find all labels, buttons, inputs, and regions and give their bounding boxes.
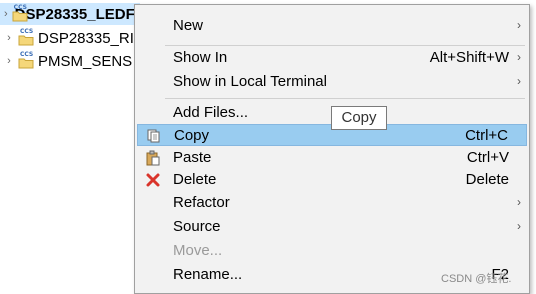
shortcut-label: Alt+Shift+W: [429, 49, 509, 66]
menu-item-label: Show In: [173, 49, 228, 66]
copy-tooltip: Copy: [331, 106, 387, 130]
menu-item-refactor[interactable]: Refactor ›: [137, 192, 527, 214]
menu-item-source[interactable]: Source ›: [137, 216, 527, 238]
ccs-project-icon: CCS: [18, 51, 35, 70]
shortcut-label: Delete: [465, 171, 509, 188]
menu-item-delete[interactable]: Delete Delete: [137, 169, 527, 191]
tree-item-label: DSP28335_RI: [38, 29, 134, 47]
context-menu: New › Show In Alt+Shift+W › Show in Loca…: [134, 4, 530, 294]
submenu-arrow-icon: ›: [517, 219, 521, 233]
watermark: CSDN @钰花.: [441, 273, 512, 285]
menu-separator: [165, 98, 525, 99]
expand-arrow-icon[interactable]: ›: [4, 8, 8, 20]
shortcut-label: Ctrl+C: [465, 127, 508, 144]
paste-icon: [145, 150, 161, 166]
shortcut-label: Ctrl+V: [466, 149, 509, 166]
menu-item-show-in[interactable]: Show In Alt+Shift+W ›: [137, 47, 527, 69]
menu-item-show-in-local-terminal[interactable]: Show in Local Terminal ›: [137, 71, 527, 93]
submenu-arrow-icon: ›: [517, 50, 521, 64]
expand-arrow-icon[interactable]: ›: [4, 32, 14, 44]
ccs-project-icon: CCS: [18, 28, 35, 47]
menu-item-label: New: [173, 17, 204, 34]
menu-item-label: Refactor: [173, 194, 230, 211]
menu-item-label: Copy: [174, 127, 210, 144]
tree-item-project-1[interactable]: › CCS DSP28335_LEDFlowMotionRoboA: [0, 3, 258, 25]
menu-item-label: Show in Local Terminal: [173, 73, 327, 90]
delete-icon: [145, 172, 161, 188]
menu-item-paste[interactable]: Paste Ctrl+V: [137, 147, 527, 169]
menu-item-label: Delete: [173, 171, 217, 188]
menu-item-label: Source: [173, 218, 221, 235]
copy-icon: [146, 128, 162, 144]
submenu-arrow-icon: ›: [517, 74, 521, 88]
menu-item-new[interactable]: New ›: [137, 15, 527, 37]
menu-item-move: Move...: [137, 240, 527, 262]
menu-item-label: Paste: [173, 149, 212, 166]
project-explorer-tree: › CCS DSP28335_LEDFlowMotionRoboA › CCS …: [0, 0, 258, 294]
tree-item-project-3[interactable]: › CCS PMSM_SENS: [0, 50, 132, 72]
submenu-arrow-icon: ›: [517, 195, 521, 209]
tree-item-project-2[interactable]: › CCS DSP28335_RI: [0, 27, 134, 49]
menu-item-label: Add Files...: [173, 104, 249, 121]
expand-arrow-icon[interactable]: ›: [4, 55, 14, 67]
menu-separator: [165, 45, 525, 46]
submenu-arrow-icon: ›: [517, 18, 521, 32]
tree-item-label: PMSM_SENS: [38, 52, 133, 70]
menu-item-label: Rename...: [173, 266, 243, 283]
menu-item-label: Move...: [173, 242, 223, 259]
